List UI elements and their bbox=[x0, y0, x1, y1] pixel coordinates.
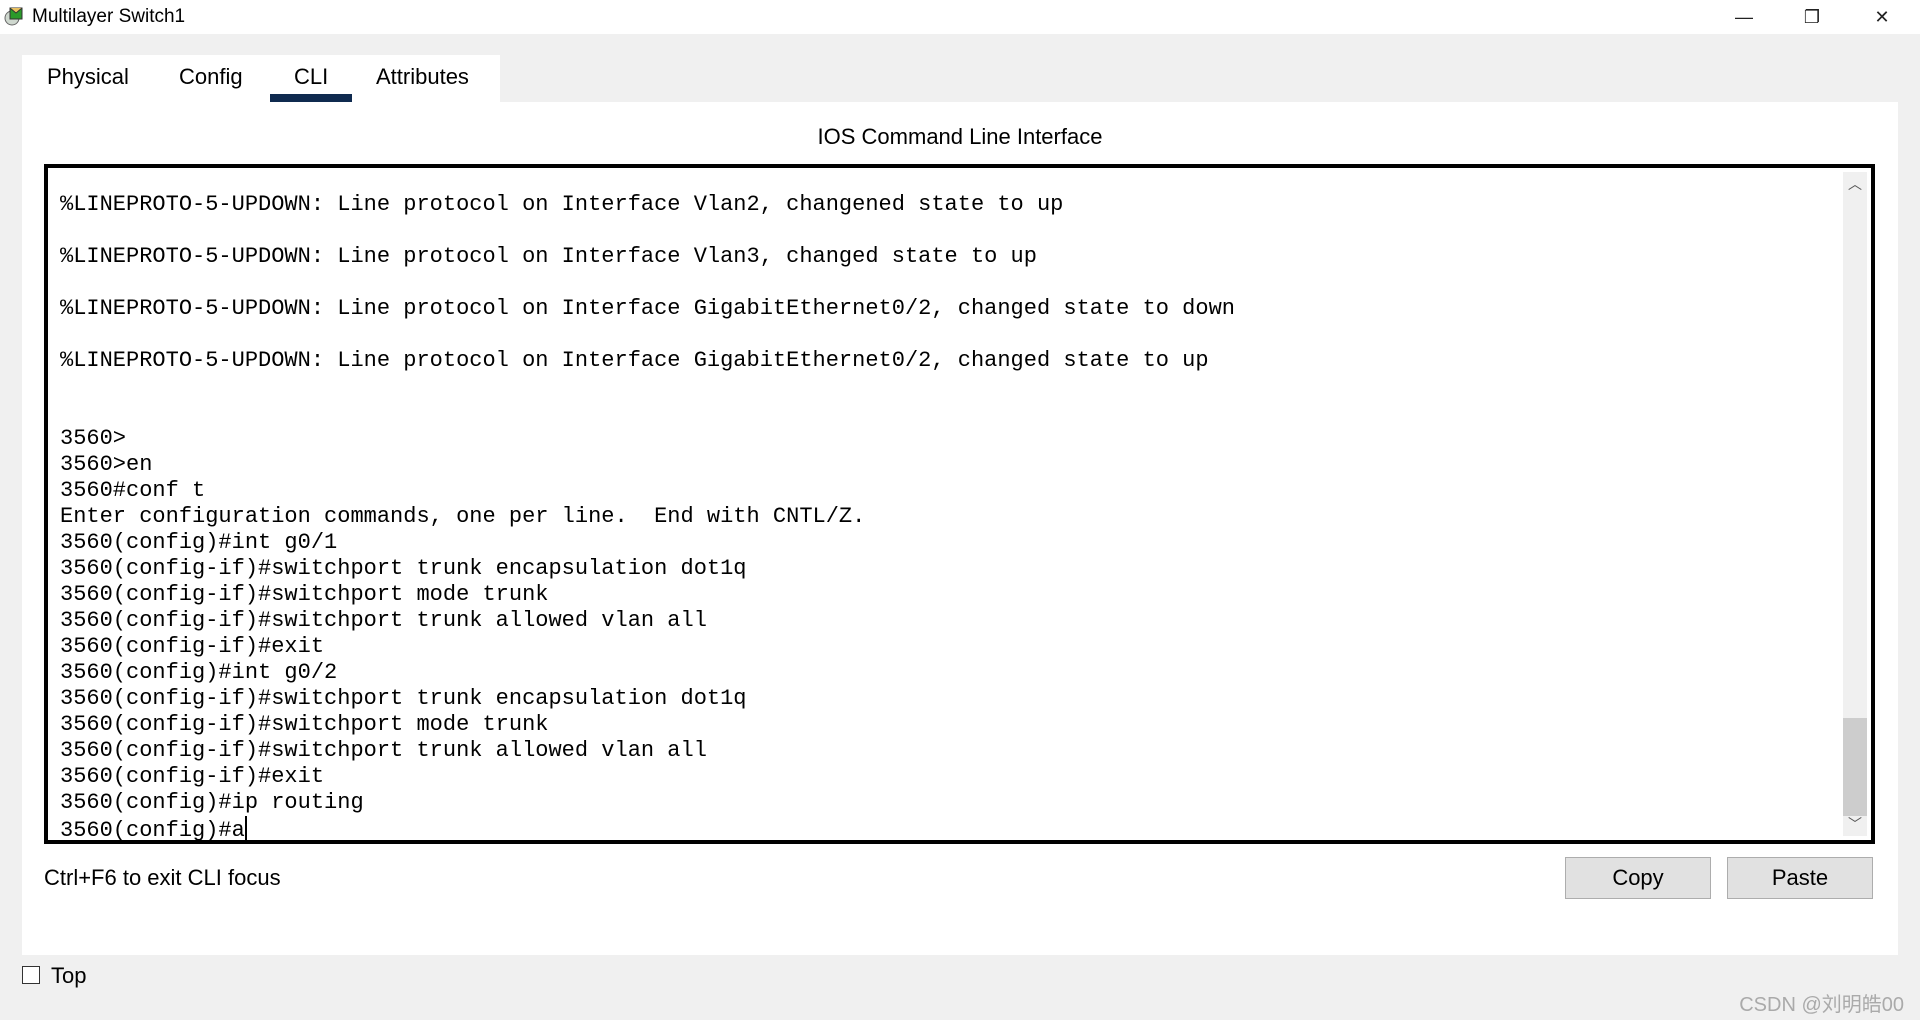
terminal-line-text: %LINEPROTO-5-UPDOWN: Line protocol on In… bbox=[60, 244, 1037, 269]
close-button[interactable]: ✕ bbox=[1852, 0, 1912, 34]
terminal-line: 3560(config)#int g0/2 bbox=[60, 660, 1235, 686]
terminal-line-text: 3560> bbox=[60, 426, 127, 451]
terminal-line: 3560(config-if)#switchport trunk encapsu… bbox=[60, 686, 1235, 712]
terminal-line-text: 3560(config)#a bbox=[60, 818, 245, 843]
tab-config[interactable]: Config bbox=[179, 64, 243, 90]
terminal-line-text: 3560(config-if)#exit bbox=[60, 634, 325, 659]
copy-button[interactable]: Copy bbox=[1565, 857, 1711, 899]
terminal-line: Enter configuration commands, one per li… bbox=[60, 504, 1235, 530]
terminal-line-text: 3560#conf t bbox=[60, 478, 206, 503]
tab-cli[interactable]: CLI bbox=[294, 64, 328, 90]
terminal-line: 3560(config-if)#exit bbox=[60, 764, 1235, 790]
terminal-line: 3560(config-if)#switchport trunk allowed… bbox=[60, 738, 1235, 764]
terminal-line: %LINEPROTO-5-UPDOWN: Line protocol on In… bbox=[60, 244, 1235, 270]
vertical-scrollbar[interactable]: ︿ ﹀ bbox=[1843, 172, 1867, 836]
terminal-line-text: 3560(config-if)#switchport trunk allowed… bbox=[60, 738, 707, 763]
terminal-line: 3560(config-if)#switchport trunk encapsu… bbox=[60, 556, 1235, 582]
text-cursor bbox=[244, 816, 247, 840]
cli-heading: IOS Command Line Interface bbox=[817, 124, 1103, 149]
cli-terminal[interactable]: %LINEPROTO-5-UPDOWN: Line protocol on In… bbox=[44, 164, 1875, 844]
terminal-line-text: 3560(config-if)#switchport trunk encapsu… bbox=[60, 556, 747, 581]
terminal-line: %LINEPROTO-5-UPDOWN: Line protocol on In… bbox=[60, 348, 1235, 374]
terminal-line-text: 3560(config-if)#exit bbox=[60, 764, 325, 789]
terminal-line: 3560> bbox=[60, 426, 1235, 452]
paste-button[interactable]: Paste bbox=[1727, 857, 1873, 899]
tab-physical[interactable]: Physical bbox=[47, 64, 129, 90]
scroll-up-icon[interactable]: ︿ bbox=[1843, 172, 1867, 196]
terminal-line-text: 3560(config-if)#switchport trunk allowed… bbox=[60, 608, 707, 633]
terminal-line: %LINEPROTO-5-UPDOWN: Line protocol on In… bbox=[60, 296, 1235, 322]
watermark: CSDN @刘明皓00 bbox=[1739, 994, 1904, 1016]
top-checkbox[interactable] bbox=[22, 966, 40, 984]
tab-attributes[interactable]: Attributes bbox=[376, 64, 469, 90]
terminal-line-text: %LINEPROTO-5-UPDOWN: Line protocol on In… bbox=[60, 192, 1064, 217]
restore-button[interactable]: ❐ bbox=[1782, 0, 1842, 34]
terminal-line-text: 3560(config-if)#switchport mode trunk bbox=[60, 582, 549, 607]
terminal-line-text: %LINEPROTO-5-UPDOWN: Line protocol on In… bbox=[60, 296, 1235, 321]
terminal-line: 3560(config-if)#switchport mode trunk bbox=[60, 582, 1235, 608]
terminal-output: %LINEPROTO-5-UPDOWN: Line protocol on In… bbox=[60, 192, 1235, 843]
top-label: Top bbox=[51, 963, 87, 988]
terminal-line-text: 3560(config)#ip routing bbox=[60, 790, 364, 815]
terminal-line-text: 3560(config)#int g0/2 bbox=[60, 660, 338, 685]
terminal-line: 3560(config)#a bbox=[60, 816, 1235, 843]
terminal-line: 3560(config-if)#switchport trunk allowed… bbox=[60, 608, 1235, 634]
terminal-line-text: 3560>en bbox=[60, 452, 153, 477]
active-tab-indicator bbox=[270, 94, 352, 102]
terminal-line: %LINEPROTO-5-UPDOWN: Line protocol on In… bbox=[60, 192, 1235, 218]
scroll-down-icon[interactable]: ﹀ bbox=[1843, 812, 1867, 836]
title-bar: Multilayer Switch1 — ❐ ✕ bbox=[0, 0, 1920, 34]
terminal-line: 3560(config-if)#exit bbox=[60, 634, 1235, 660]
terminal-line: 3560#conf t bbox=[60, 478, 1235, 504]
terminal-line: 3560(config)#ip routing bbox=[60, 790, 1235, 816]
terminal-line-text: 3560(config-if)#switchport mode trunk bbox=[60, 712, 549, 737]
scrollbar-thumb[interactable] bbox=[1843, 718, 1867, 816]
terminal-line-text: %LINEPROTO-5-UPDOWN: Line protocol on In… bbox=[60, 348, 1209, 373]
terminal-line: 3560(config-if)#switchport mode trunk bbox=[60, 712, 1235, 738]
terminal-line-text: 3560(config-if)#switchport trunk encapsu… bbox=[60, 686, 747, 711]
terminal-line-text: Enter configuration commands, one per li… bbox=[60, 504, 866, 529]
minimize-button[interactable]: — bbox=[1714, 0, 1774, 34]
terminal-line: 3560>en bbox=[60, 452, 1235, 478]
window-title: Multilayer Switch1 bbox=[32, 6, 186, 27]
terminal-line: 3560(config)#int g0/1 bbox=[60, 530, 1235, 556]
cli-focus-hint: Ctrl+F6 to exit CLI focus bbox=[44, 865, 281, 890]
multilayer-switch-icon bbox=[4, 7, 23, 26]
terminal-line-text: 3560(config)#int g0/1 bbox=[60, 530, 338, 555]
